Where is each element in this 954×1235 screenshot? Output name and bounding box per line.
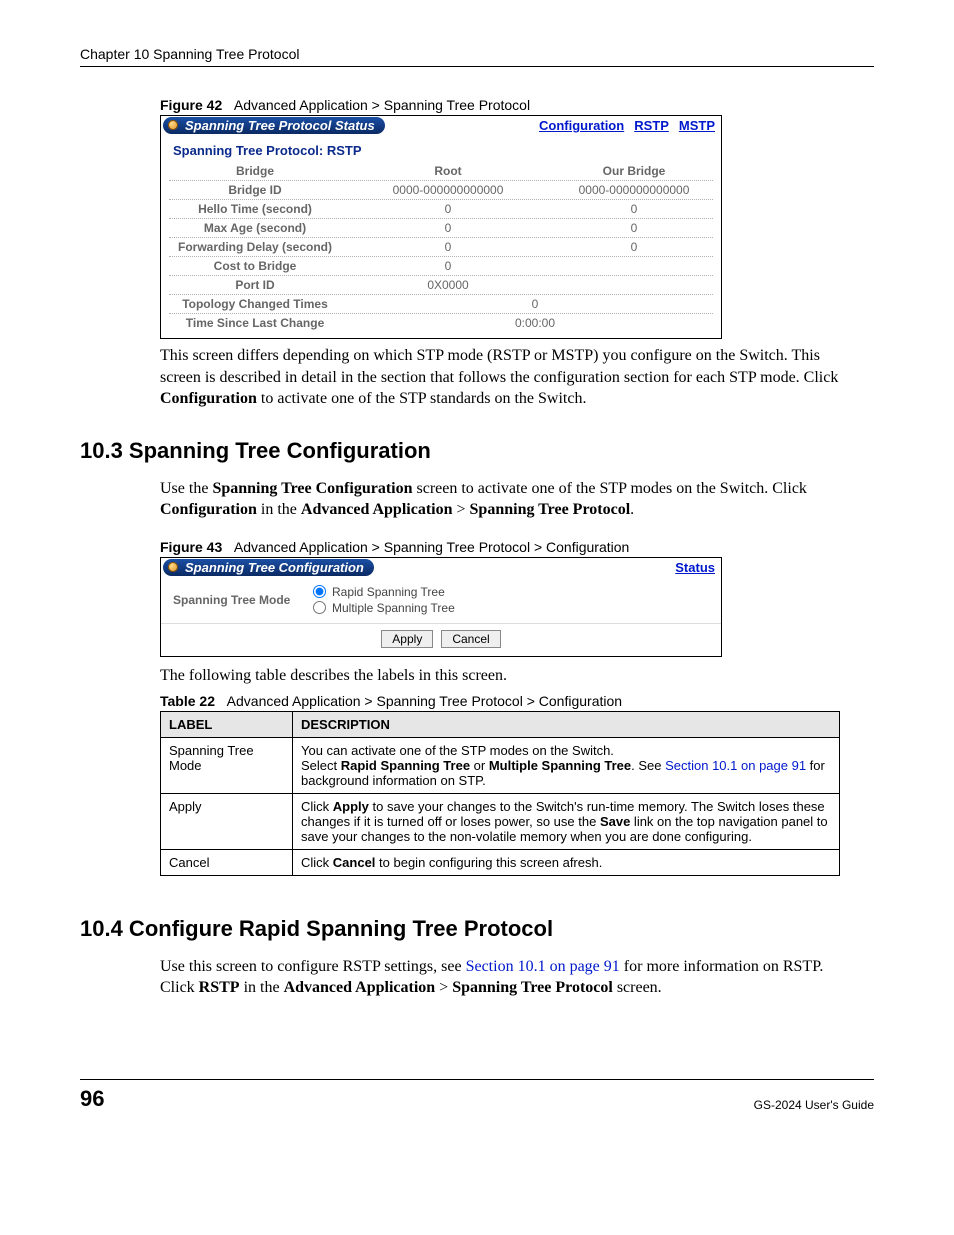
row-hello: Hello Time (second) 0 0 (161, 200, 721, 218)
row-since: Time Since Last Change 0:00:00 (161, 314, 721, 338)
cell-label: Apply (161, 793, 293, 849)
row-fwd: Forwarding Delay (second) 0 0 (161, 238, 721, 256)
cell-desc: You can activate one of the STP modes on… (293, 737, 840, 793)
th-description: DESCRIPTION (293, 711, 840, 737)
spanning-tree-mode-row: Spanning Tree Mode Rapid Spanning Tree M… (161, 577, 721, 623)
link-rstp[interactable]: RSTP (634, 118, 669, 133)
link-mstp[interactable]: MSTP (679, 118, 715, 133)
section-10-4-heading: 10.4 Configure Rapid Spanning Tree Proto… (80, 916, 874, 942)
col-root: Root (349, 162, 547, 180)
apply-button[interactable]: Apply (381, 630, 433, 648)
cell-label: Spanning Tree Mode (161, 737, 293, 793)
page-number: 96 (80, 1086, 104, 1112)
link-configuration[interactable]: Configuration (539, 118, 624, 133)
radio-rapid-input[interactable] (313, 585, 326, 598)
table-row: Cancel Click Cancel to begin configuring… (161, 849, 840, 875)
radio-rapid[interactable]: Rapid Spanning Tree (313, 585, 455, 599)
table-header-row: LABEL DESCRIPTION (161, 711, 840, 737)
sec104-para: Use this screen to configure RSTP settin… (160, 956, 840, 999)
link-status[interactable]: Status (675, 560, 715, 575)
figure42-caption: Figure 42 Advanced Application > Spannin… (160, 97, 874, 113)
th-label: LABEL (161, 711, 293, 737)
table22-caption: Table 22 Advanced Application > Spanning… (160, 693, 874, 709)
table22: LABEL DESCRIPTION Spanning Tree Mode You… (160, 711, 840, 876)
figure42-titlebar: Spanning Tree Protocol Status Configurat… (161, 116, 721, 135)
chapter-title: Chapter 10 Spanning Tree Protocol (80, 46, 299, 62)
col-bridge: Bridge (161, 162, 349, 180)
figure43-titlebar: Spanning Tree Configuration Status (161, 558, 721, 577)
row-port: Port ID 0X0000 (161, 276, 721, 294)
table-row: Spanning Tree Mode You can activate one … (161, 737, 840, 793)
link-section-10-1[interactable]: Section 10.1 on page 91 (665, 758, 806, 773)
panel-title-pill: Spanning Tree Protocol Status (163, 117, 385, 134)
radio-multiple[interactable]: Multiple Spanning Tree (313, 601, 455, 615)
link-section-10-1[interactable]: Section 10.1 on page 91 (466, 958, 620, 975)
row-cost: Cost to Bridge 0 (161, 257, 721, 275)
table-row: Apply Click Apply to save your changes t… (161, 793, 840, 849)
table-header-row: Bridge Root Our Bridge (161, 162, 721, 180)
panel-title-pill: Spanning Tree Configuration (163, 559, 374, 576)
button-row: Apply Cancel (161, 623, 721, 656)
row-bridge-id: Bridge ID 0000-000000000000 0000-0000000… (161, 181, 721, 199)
cancel-button[interactable]: Cancel (441, 630, 500, 648)
section-10-3-heading: 10.3 Spanning Tree Configuration (80, 438, 874, 464)
row-topo: Topology Changed Times 0 (161, 295, 721, 313)
chapter-header: Chapter 10 Spanning Tree Protocol (80, 46, 874, 67)
sec103-para: Use the Spanning Tree Configuration scre… (160, 478, 840, 521)
figure43-caption: Figure 43 Advanced Application > Spannin… (160, 539, 874, 555)
page-footer: 96 GS-2024 User's Guide (80, 1079, 874, 1112)
mode-options: Rapid Spanning Tree Multiple Spanning Tr… (313, 585, 455, 615)
guide-name: GS-2024 User's Guide (754, 1098, 874, 1112)
cell-desc: Click Cancel to begin configuring this s… (293, 849, 840, 875)
radio-multiple-input[interactable] (313, 601, 326, 614)
para-after-fig43: The following table describes the labels… (160, 665, 840, 687)
para-after-fig42: This screen differs depending on which S… (160, 345, 840, 410)
col-our: Our Bridge (547, 162, 721, 180)
mode-label: Spanning Tree Mode (173, 593, 313, 607)
cell-label: Cancel (161, 849, 293, 875)
figure43-panel: Spanning Tree Configuration Status Spann… (160, 557, 722, 657)
figure42-subheading: Spanning Tree Protocol: RSTP (161, 135, 721, 162)
figure42-panel: Spanning Tree Protocol Status Configurat… (160, 115, 722, 339)
cell-desc: Click Apply to save your changes to the … (293, 793, 840, 849)
row-maxage: Max Age (second) 0 0 (161, 219, 721, 237)
